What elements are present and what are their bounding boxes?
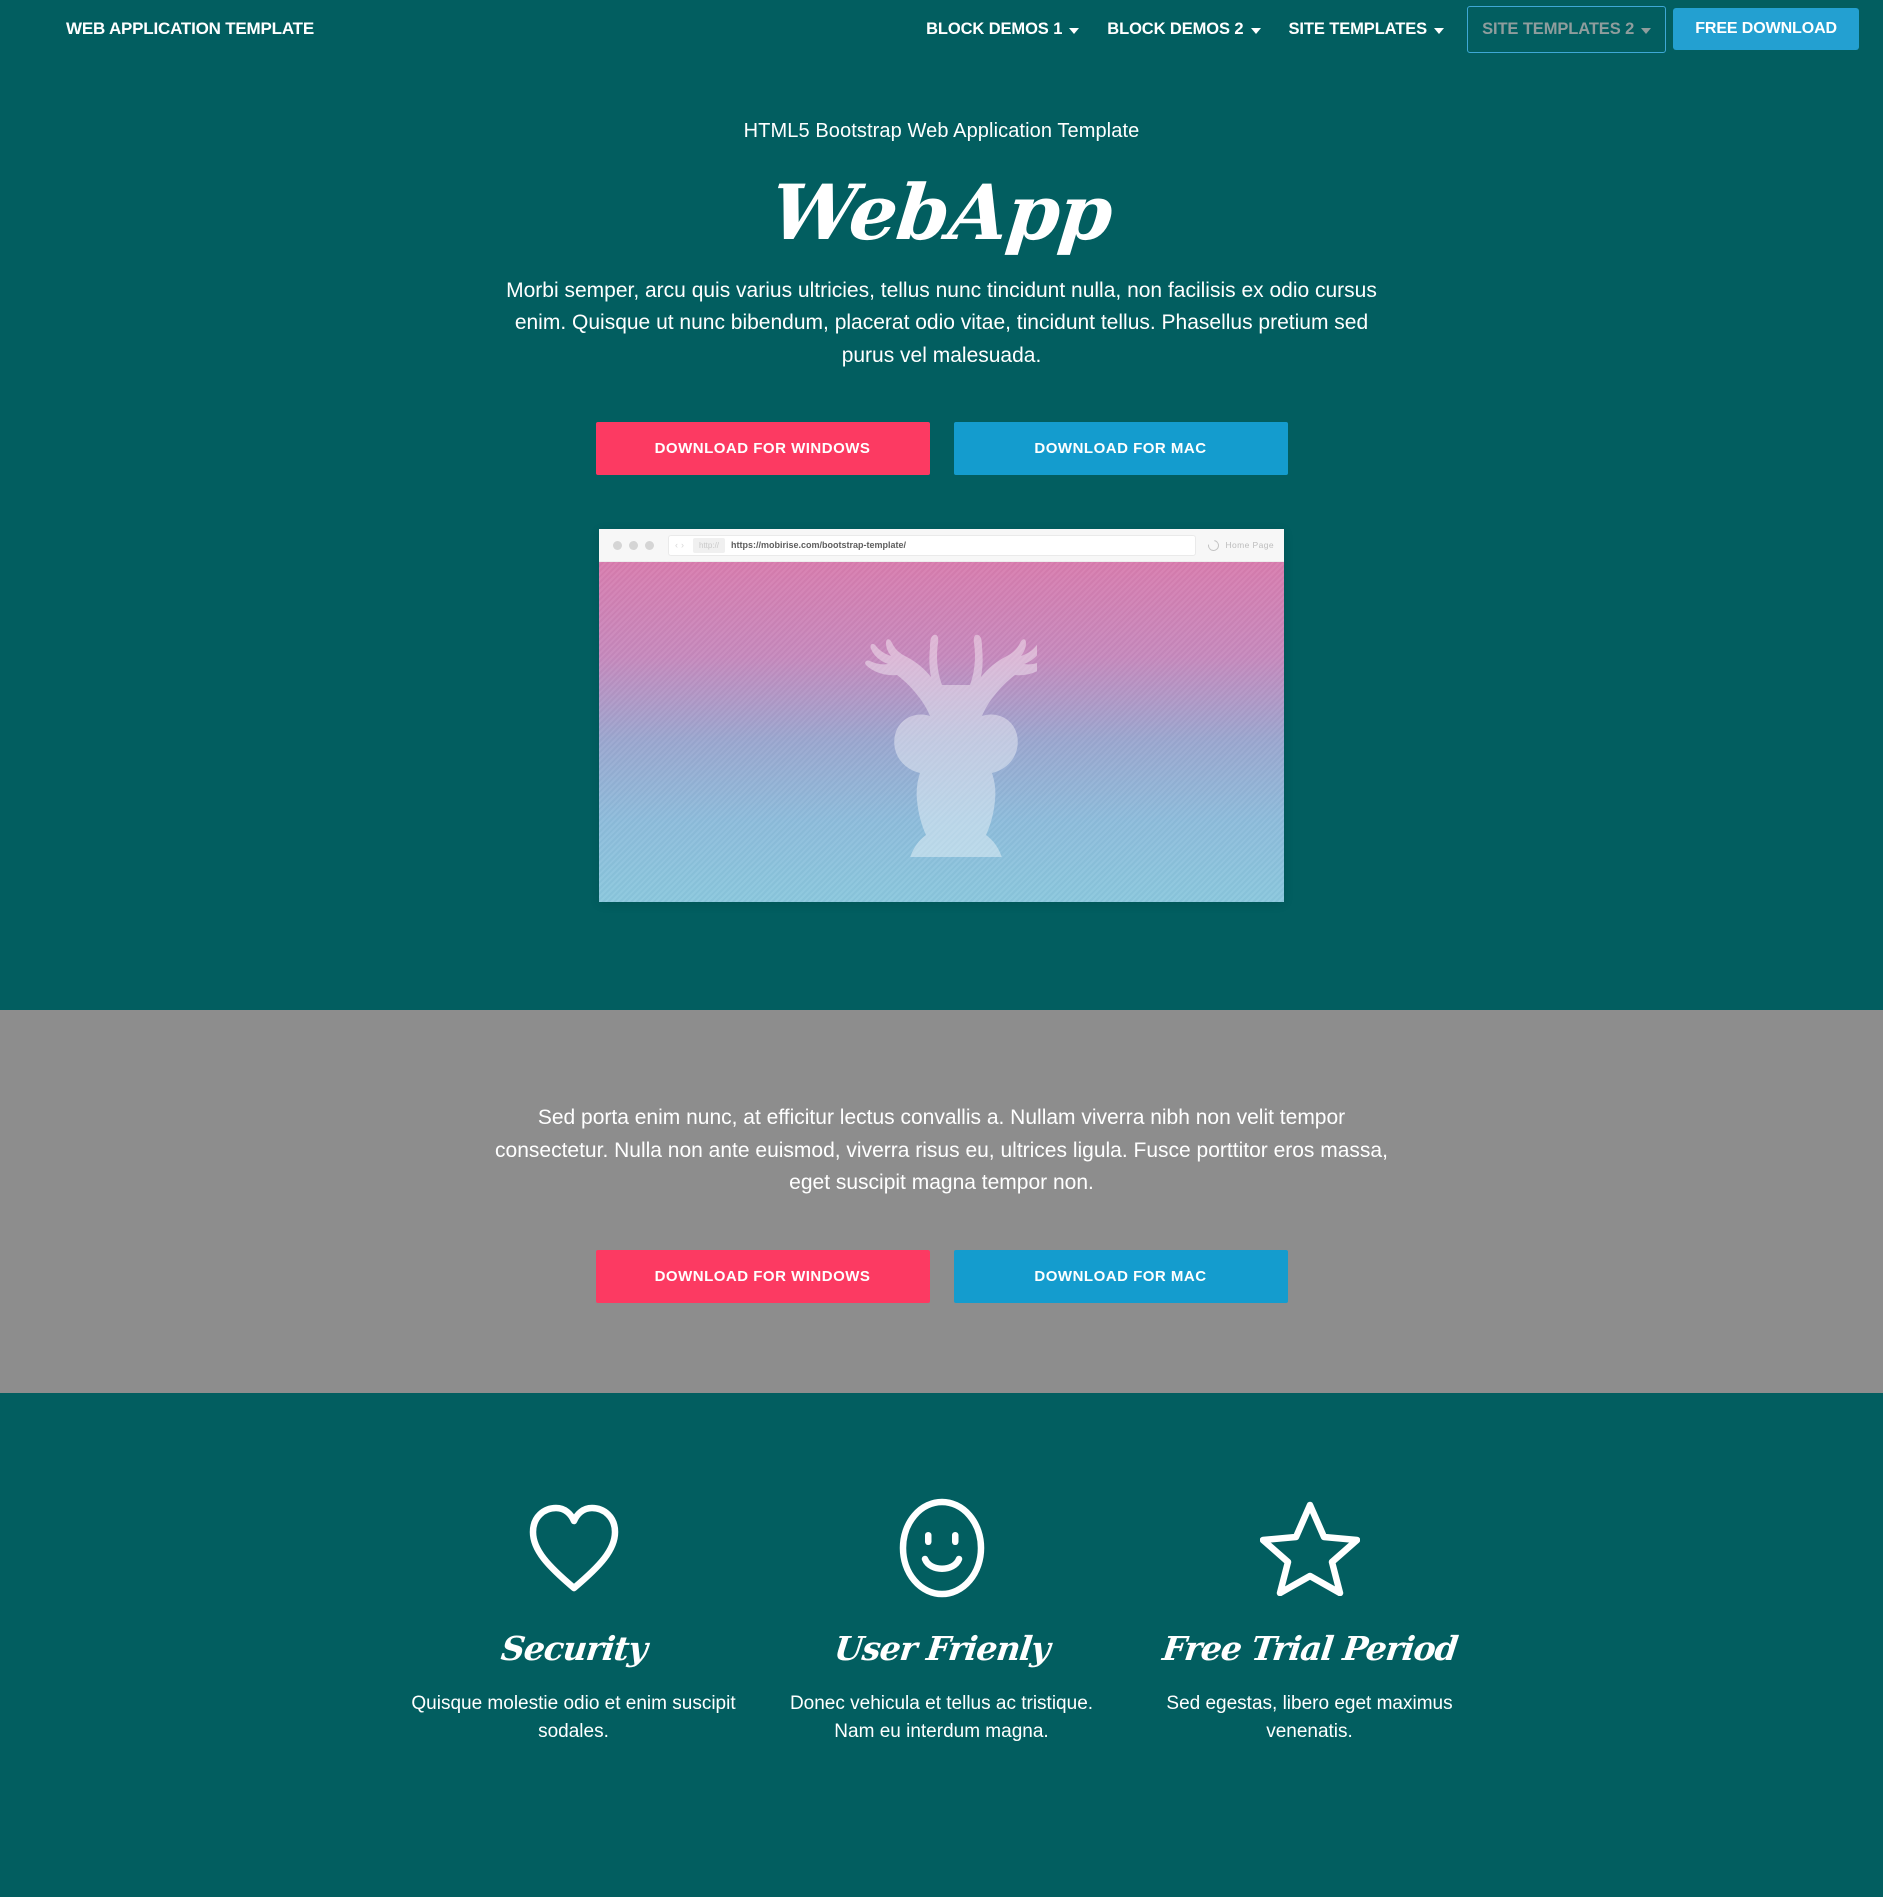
feature-description: Donec vehicula et tellus ac tristique. N…: [789, 1692, 1094, 1743]
secondary-download-windows-button[interactable]: DOWNLOAD FOR WINDOWS: [595, 1249, 930, 1303]
smiley-face-icon: [776, 1493, 1108, 1603]
feature-title: Security: [498, 1628, 649, 1668]
protocol-chip: http://: [693, 537, 726, 553]
back-forward-arrows-icon: ‹›: [675, 540, 687, 551]
secondary-button-row: DOWNLOAD FOR WINDOWS DOWNLOAD FOR MAC: [0, 1249, 1883, 1303]
hero-download-windows-button[interactable]: DOWNLOAD FOR WINDOWS: [595, 422, 930, 476]
window-controls: [613, 540, 654, 550]
feature-title: Free Trial Period: [1160, 1628, 1459, 1668]
hero-download-mac-button[interactable]: DOWNLOAD FOR MAC: [953, 422, 1288, 476]
nav-item-label: BLOCK DEMOS 1: [926, 19, 1063, 38]
free-download-button[interactable]: FREE DOWNLOAD: [1673, 8, 1859, 50]
top-navbar: WEB APPLICATION TEMPLATE BLOCK DEMOS 1 B…: [0, 0, 1883, 58]
hero-button-row: DOWNLOAD FOR WINDOWS DOWNLOAD FOR MAC: [0, 422, 1883, 476]
nav-item-block-demos-2[interactable]: BLOCK DEMOS 2: [1093, 12, 1274, 47]
nav-item-label: SITE TEMPLATES 2: [1482, 19, 1635, 38]
chevron-down-icon: [1250, 28, 1261, 34]
browser-chrome-bar: ‹› http:// https://mobirise.com/bootstra…: [599, 529, 1284, 563]
deer-silhouette-icon: [864, 635, 1037, 858]
feature-card-security: Security Quisque molestie odio et enim s…: [390, 1493, 758, 1747]
page-title: WebApp: [766, 168, 1117, 257]
browser-viewport: [599, 562, 1284, 903]
nav-item-block-demos-1[interactable]: BLOCK DEMOS 1: [912, 12, 1093, 47]
hero-kicker: HTML5 Bootstrap Web Application Template: [743, 120, 1140, 142]
hero-section: HTML5 Bootstrap Web Application Template…: [0, 58, 1883, 1011]
feature-card-free-trial: Free Trial Period Sed egestas, libero eg…: [1126, 1493, 1494, 1747]
hero-paragraph: Morbi semper, arcu quis varius ultricies…: [506, 278, 1377, 367]
browser-url-bar[interactable]: ‹› http:// https://mobirise.com/bootstra…: [668, 534, 1196, 556]
nav-item-site-templates[interactable]: SITE TEMPLATES: [1275, 12, 1459, 47]
nav-item-label: SITE TEMPLATES: [1288, 19, 1428, 38]
secondary-cta-section: Sed porta enim nunc, at efficitur lectus…: [0, 1010, 1883, 1393]
browser-mockup: ‹› http:// https://mobirise.com/bootstra…: [599, 529, 1284, 903]
browser-tab-area: Home Page: [1205, 537, 1275, 553]
nav-links-group: BLOCK DEMOS 1 BLOCK DEMOS 2 SITE TEMPLAT…: [912, 5, 1859, 53]
secondary-download-mac-button[interactable]: DOWNLOAD FOR MAC: [953, 1249, 1288, 1303]
heart-icon: [408, 1493, 740, 1603]
feature-description: Quisque molestie odio et enim suscipit s…: [411, 1692, 736, 1743]
nav-item-site-templates-2[interactable]: SITE TEMPLATES 2: [1467, 5, 1667, 53]
features-section: Security Quisque molestie odio et enim s…: [0, 1392, 1883, 1897]
window-close-dot-icon: [613, 540, 622, 550]
secondary-paragraph: Sed porta enim nunc, at efficitur lectus…: [495, 1106, 1388, 1195]
chevron-down-icon: [1641, 28, 1652, 34]
window-minimize-dot-icon: [629, 540, 638, 550]
url-text: https://mobirise.com/bootstrap-template/: [731, 540, 907, 551]
browser-mockup-wrapper: ‹› http:// https://mobirise.com/bootstra…: [0, 529, 1883, 903]
feature-description: Sed egestas, libero eget maximus venenat…: [1166, 1692, 1453, 1743]
feature-title: User Frienly: [831, 1628, 1052, 1668]
feature-card-user-friendly: User Frienly Donec vehicula et tellus ac…: [758, 1493, 1126, 1747]
browser-tab-label: Home Page: [1225, 540, 1274, 551]
nav-item-label: BLOCK DEMOS 2: [1107, 19, 1244, 38]
chevron-down-icon: [1434, 28, 1445, 34]
brand-logo[interactable]: WEB APPLICATION TEMPLATE: [66, 19, 314, 39]
star-icon: [1144, 1493, 1476, 1603]
reload-icon[interactable]: [1205, 537, 1221, 553]
window-maximize-dot-icon: [645, 540, 654, 550]
chevron-down-icon: [1069, 28, 1080, 34]
